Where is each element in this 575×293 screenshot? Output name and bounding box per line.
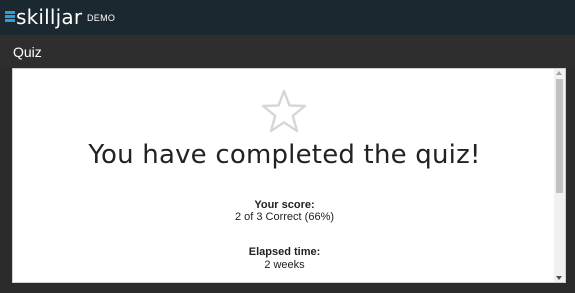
- quiz-result-panel: You have completed the quiz! Your score:…: [12, 68, 566, 283]
- elapsed-time-value: 2 weeks: [264, 259, 305, 271]
- score-label: Your score:: [254, 199, 315, 211]
- scroll-up-arrow-icon[interactable]: [556, 71, 562, 75]
- demo-badge: DEMO: [87, 13, 116, 23]
- top-navigation-bar: skilljar DEMO: [0, 0, 575, 35]
- section-header-bar: [0, 35, 575, 68]
- skilljar-logo-icon[interactable]: [5, 11, 15, 23]
- completion-headline: You have completed the quiz!: [88, 140, 481, 170]
- vertical-scrollbar[interactable]: [554, 69, 565, 282]
- brand-name[interactable]: skilljar: [16, 4, 82, 30]
- page-title: Quiz: [13, 44, 42, 60]
- score-value: 2 of 3 Correct (66%): [234, 211, 335, 223]
- scroll-down-arrow-icon[interactable]: [556, 276, 562, 280]
- star-outline-icon: [261, 89, 307, 133]
- bottom-strip: [0, 283, 575, 293]
- scroll-thumb[interactable]: [556, 79, 563, 193]
- elapsed-time-label: Elapsed time:: [248, 246, 321, 258]
